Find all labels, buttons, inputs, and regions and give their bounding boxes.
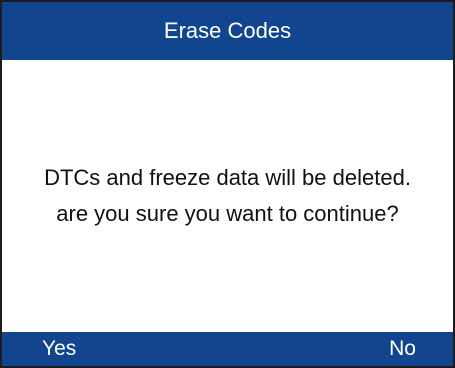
erase-codes-screen: Erase Codes DTCs and freeze data will be… bbox=[0, 0, 455, 368]
softkey-bar: Yes No bbox=[2, 332, 453, 366]
yes-button[interactable]: Yes bbox=[42, 332, 76, 366]
message-line-2: are you sure you want to continue? bbox=[56, 201, 399, 226]
confirmation-message: DTCs and freeze data will be deleted. ar… bbox=[2, 60, 453, 332]
title-bar: Erase Codes bbox=[2, 2, 453, 60]
no-button[interactable]: No bbox=[389, 332, 416, 366]
screen-title: Erase Codes bbox=[163, 18, 292, 43]
message-line-1: DTCs and freeze data will be deleted. bbox=[44, 165, 411, 190]
